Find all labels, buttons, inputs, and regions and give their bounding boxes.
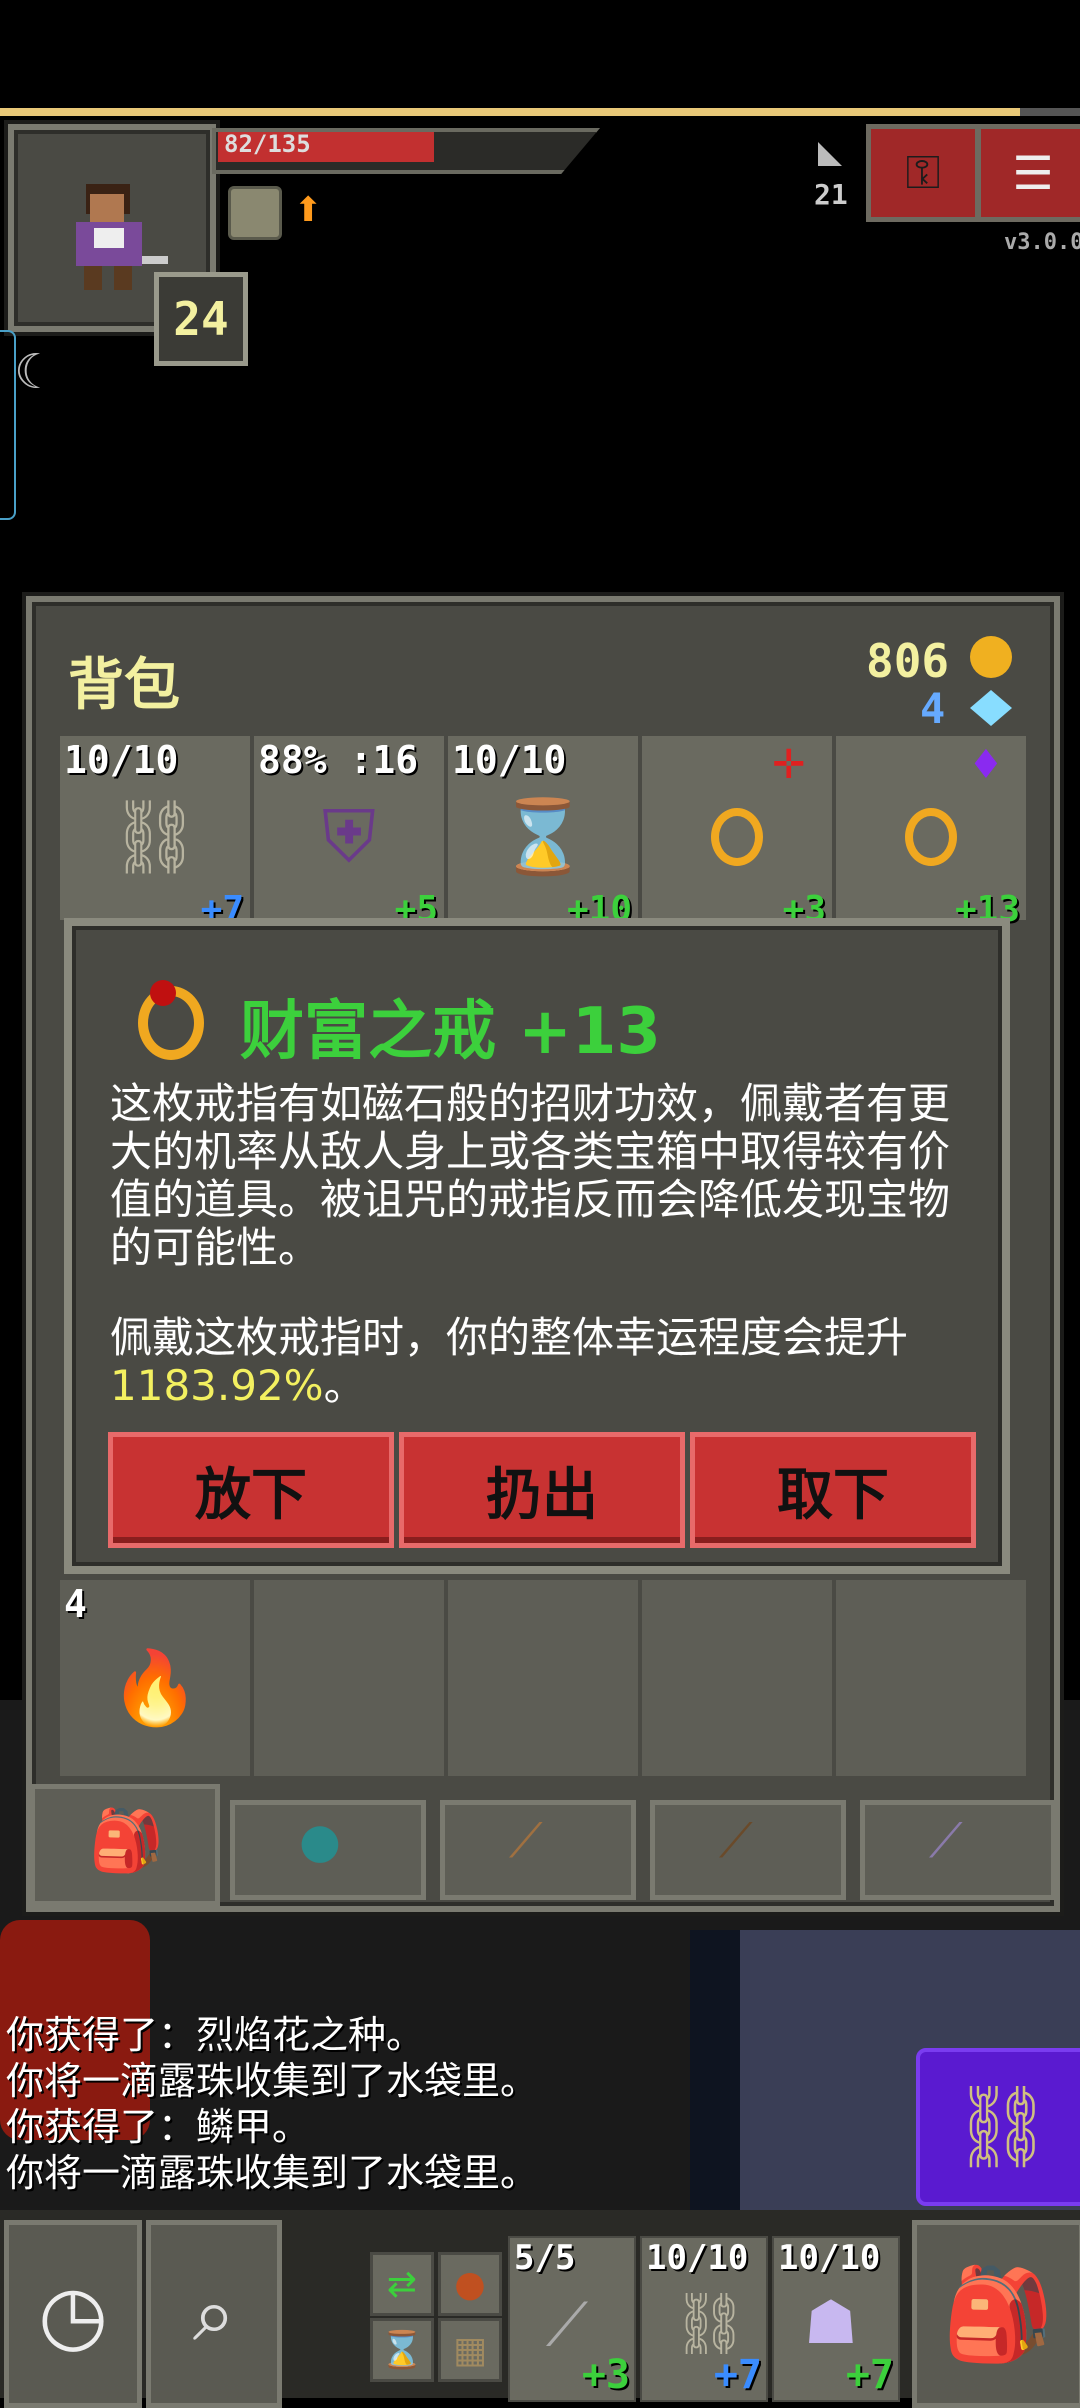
effect-suffix: 。: [323, 1361, 366, 1410]
item-effect: 佩戴这枚戒指时，你的整体幸运程度会提升1183.92%。: [110, 1314, 970, 1410]
bag-tab-seeds[interactable]: ●: [230, 1800, 426, 1900]
inventory-slot[interactable]: 4 🔥: [58, 1578, 252, 1778]
buff-shield-icon[interactable]: [228, 186, 282, 240]
throw-button[interactable]: 扔出: [399, 1432, 685, 1548]
wand-icon: ⟋: [546, 2290, 588, 2360]
food-button[interactable]: ●: [438, 2252, 502, 2316]
torch-icon: 🔥: [110, 1645, 200, 1730]
slot-charge: 88% :16: [258, 738, 419, 782]
inventory-slot[interactable]: [834, 1578, 1028, 1778]
menu-icon: ☰: [1012, 146, 1054, 200]
energy-count: 4: [920, 684, 946, 733]
backpack-icon: 🎒: [89, 1806, 164, 1876]
clock-icon: ◷: [38, 2267, 108, 2361]
quickslot-upgrade: +3: [581, 2352, 630, 2398]
quickslot-upgrade: +7: [713, 2352, 762, 2398]
hourglass-button[interactable]: ⌛: [370, 2318, 434, 2382]
item-description: 这枚戒指有如磁石般的招财功效，佩戴者有更大的机率从敌人身上或各类宝箱中取得较有价…: [110, 1079, 951, 1272]
hp-text: 82/135: [224, 130, 311, 158]
slot-charge: 10/10: [452, 738, 567, 782]
menu-button[interactable]: ☰: [976, 124, 1080, 222]
meat-icon: ●: [454, 2263, 486, 2305]
inventory-slot[interactable]: [446, 1578, 640, 1778]
buff-arrow-up-icon[interactable]: ⬆: [294, 192, 328, 228]
inventory-slot[interactable]: [252, 1578, 446, 1778]
ring-icon: [711, 808, 763, 867]
moon-icon: ☾: [14, 344, 58, 400]
log-line: 你将一滴露珠收集到了水袋里。: [6, 2059, 539, 2103]
log-line: 你获得了：鳞甲。: [6, 2105, 311, 2149]
version-label: v3.0.0: [1004, 230, 1080, 255]
shelf-icon: ▦: [452, 2329, 487, 2371]
potion-belt-icon: ⟋: [719, 1813, 753, 1869]
ring-gem-icon: [150, 980, 176, 1006]
search-button[interactable]: ⌕: [146, 2220, 282, 2408]
quick-attack-button[interactable]: ⛓: [916, 2048, 1080, 2206]
seed-pouch-icon: ●: [299, 1813, 341, 1869]
stairs-icon: [818, 142, 842, 166]
inventory-slot[interactable]: ✛ +3: [640, 734, 834, 930]
depth-value: 21: [814, 178, 848, 211]
inventory-slot[interactable]: 10/10 ⌛ +10: [446, 734, 640, 930]
inventory-slot[interactable]: 10/10 ⛓ +7: [58, 734, 252, 930]
inventory-slot[interactable]: [640, 1578, 834, 1778]
gold-count: 806: [866, 634, 950, 688]
bag-tab-main[interactable]: 🎒: [30, 1784, 220, 1906]
quickslot[interactable]: 10/10 ⛓ +7: [640, 2236, 768, 2402]
flail-icon: ⛓: [672, 2289, 749, 2359]
log-line: 你获得了：烈焰花之种。: [6, 2013, 425, 2057]
flail-icon: ⛓: [951, 2080, 1053, 2173]
quickslot-upgrade: +7: [845, 2352, 894, 2398]
wand-holster-icon: ⟋: [929, 1813, 963, 1869]
swap-icon: ⇄: [386, 2263, 418, 2305]
effect-value: 1183.92%: [110, 1361, 324, 1410]
log-line: 你将一滴露珠收集到了水袋里。: [6, 2151, 539, 2195]
potion-shelf-button[interactable]: ▦: [438, 2318, 502, 2382]
gold-coin-icon: [970, 636, 1012, 678]
inventory-slot[interactable]: ♦ +13: [834, 734, 1028, 930]
dungeon-corridor: [690, 1930, 740, 2220]
armor-icon: ⛨: [321, 794, 377, 879]
inventory-slot[interactable]: 88% :16 ⛨ +5: [252, 734, 446, 930]
swap-button[interactable]: ⇄: [370, 2252, 434, 2316]
flail-icon: ⛓: [109, 794, 201, 879]
inventory-button[interactable]: 🎒: [912, 2220, 1080, 2408]
game-log: 你获得了：烈焰花之种。 你将一滴露珠收集到了水袋里。 你获得了：鳞甲。 你将一滴…: [6, 2012, 538, 2196]
quickslot[interactable]: 5/5 ⟋ +3: [508, 2236, 636, 2402]
hourglass-icon: ⌛: [498, 794, 588, 879]
inventory-title: 背包: [68, 653, 180, 718]
hero-level: 24: [154, 272, 248, 366]
slot-count: 4: [64, 1582, 87, 1626]
effect-prefix: 佩戴这枚戒指时，你的整体幸运程度会提升: [110, 1313, 909, 1362]
ring-icon: [905, 808, 957, 867]
key-icon: ⚿: [905, 145, 941, 199]
backpack-icon: 🎒: [941, 2261, 1055, 2367]
gem-icon: ♦: [968, 742, 1004, 788]
quickslot-charge: 10/10: [646, 2238, 749, 2278]
ghost-icon: ☗: [804, 2288, 858, 2358]
quickslot-charge: 5/5: [514, 2238, 576, 2278]
bag-tab-potions[interactable]: ⟋: [650, 1800, 846, 1900]
magnifier-icon: ⌕: [192, 2268, 236, 2358]
bag-tab-scrolls[interactable]: ⟋: [440, 1800, 636, 1900]
bag-tab-wands[interactable]: ⟋: [860, 1800, 1056, 1900]
scroll-holder-icon: ⟋: [509, 1813, 543, 1869]
slot-charge: 10/10: [64, 738, 179, 782]
drop-button[interactable]: 放下: [108, 1432, 394, 1548]
quickslot-charge: 10/10: [778, 2238, 881, 2278]
quickslot[interactable]: 10/10 ☗ +7: [772, 2236, 900, 2402]
item-title: 财富之戒 +13: [240, 995, 661, 1069]
hourglass-icon: ⌛: [379, 2330, 425, 2371]
target-icon: ✛: [772, 742, 806, 788]
unequip-button[interactable]: 取下: [690, 1432, 976, 1548]
journal-button[interactable]: ⚿: [866, 124, 980, 222]
xp-bar-fill: [0, 108, 1020, 116]
wait-button[interactable]: ◷: [4, 2220, 142, 2408]
